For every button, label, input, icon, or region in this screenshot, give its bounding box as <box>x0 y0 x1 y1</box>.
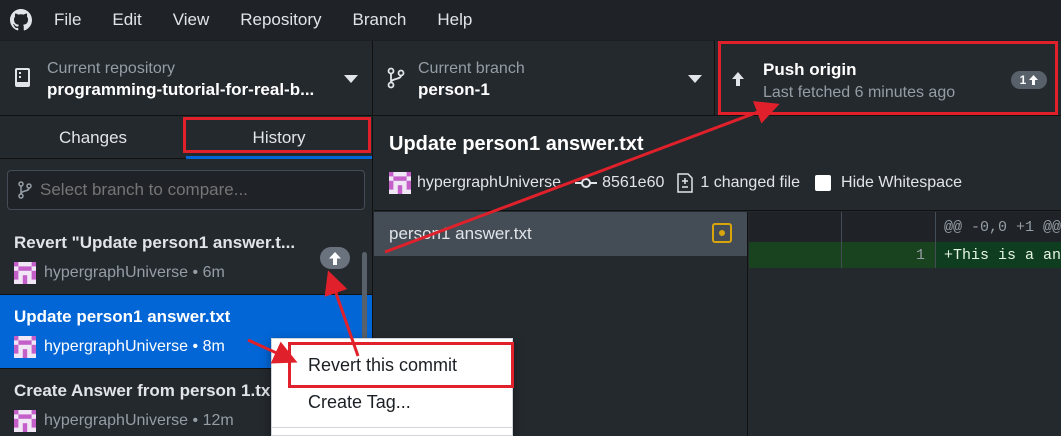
commit-author: hypergraphUniverse <box>44 338 189 355</box>
avatar <box>14 262 36 284</box>
menu-help[interactable]: Help <box>437 10 472 30</box>
chevron-down-icon <box>688 75 702 83</box>
annotation-box-history <box>183 117 371 153</box>
commit-title: Revert "Update person1 answer.t... <box>14 233 296 252</box>
commit-time: • 6m <box>192 264 225 281</box>
commit-title: Update person1 answer.txt <box>14 307 231 326</box>
commit-detail-author: hypergraphUniverse <box>417 174 562 191</box>
files-changed-count: 1 changed file <box>700 174 801 191</box>
commit-title: Create Answer from person 1.txt <box>14 381 270 400</box>
commit-time: • 12m <box>192 412 234 429</box>
file-item[interactable]: person1 answer.txt <box>374 212 747 256</box>
menu-branch[interactable]: Branch <box>353 10 407 30</box>
diff-added-line[interactable]: 1 +This is a an <box>749 242 1061 268</box>
repo-name: programming-tutorial-for-real-b... <box>47 80 315 99</box>
commit-author: hypergraphUniverse <box>44 264 189 281</box>
branch-name: person-1 <box>418 80 490 99</box>
avatar <box>389 172 411 194</box>
arrow-up-icon <box>329 251 341 265</box>
branch-icon <box>387 67 405 89</box>
avatar <box>14 410 36 432</box>
file-diff-icon <box>677 173 694 193</box>
commit-author: hypergraphUniverse <box>44 412 189 429</box>
hide-whitespace-checkbox[interactable] <box>815 175 832 191</box>
commit-sha: 8561e60 <box>602 174 665 191</box>
avatar <box>14 336 36 358</box>
chevron-down-icon <box>344 75 358 83</box>
menu-item-create-tag[interactable]: Create Tag... <box>308 392 411 413</box>
menu-repository[interactable]: Repository <box>240 10 321 30</box>
menu-divider <box>272 427 512 428</box>
commit-header: Update person1 answer.txt hypergraphUniv… <box>374 117 1061 211</box>
repo-icon <box>15 68 30 87</box>
compare-branch-input[interactable] <box>40 180 340 200</box>
commit-item[interactable]: Revert "Update person1 answer.t... hyper… <box>0 221 372 295</box>
tab-changes[interactable]: Changes <box>0 117 186 158</box>
current-repository-button[interactable]: Current repository programming-tutorial-… <box>0 41 373 115</box>
diff-hunk-header: @@ -0,0 +1 @@ <box>749 212 1061 242</box>
line-number: 1 <box>842 242 936 268</box>
annotation-box-push <box>718 41 1058 115</box>
menu-edit[interactable]: Edit <box>112 10 141 30</box>
github-logo-icon[interactable] <box>10 9 32 31</box>
diff-view: @@ -0,0 +1 @@ 1 +This is a an <box>749 212 1061 436</box>
hunk-text: @@ -0,0 +1 @@ <box>944 218 1061 236</box>
hide-whitespace-label[interactable]: Hide Whitespace <box>841 174 962 192</box>
menu-file[interactable]: File <box>54 10 81 30</box>
commit-detail-title: Update person1 answer.txt <box>389 133 644 155</box>
menu-view[interactable]: View <box>173 10 210 30</box>
branch-label: Current branch <box>418 60 525 77</box>
unpushed-commit-icon <box>320 247 350 269</box>
repo-label: Current repository <box>47 60 176 77</box>
branch-compare-field[interactable] <box>7 170 365 210</box>
added-line-text: +This is a an <box>944 246 1061 264</box>
current-branch-button[interactable]: Current branch person-1 <box>373 41 715 115</box>
commit-time: • 8m <box>192 338 225 355</box>
branch-icon <box>18 181 32 199</box>
commit-sha-icon <box>575 178 598 188</box>
annotation-box-revert <box>288 342 514 388</box>
file-name: person1 answer.txt <box>389 224 532 243</box>
menu-bar: File Edit View Repository Branch Help <box>0 0 1061 40</box>
file-modified-icon <box>712 223 732 243</box>
